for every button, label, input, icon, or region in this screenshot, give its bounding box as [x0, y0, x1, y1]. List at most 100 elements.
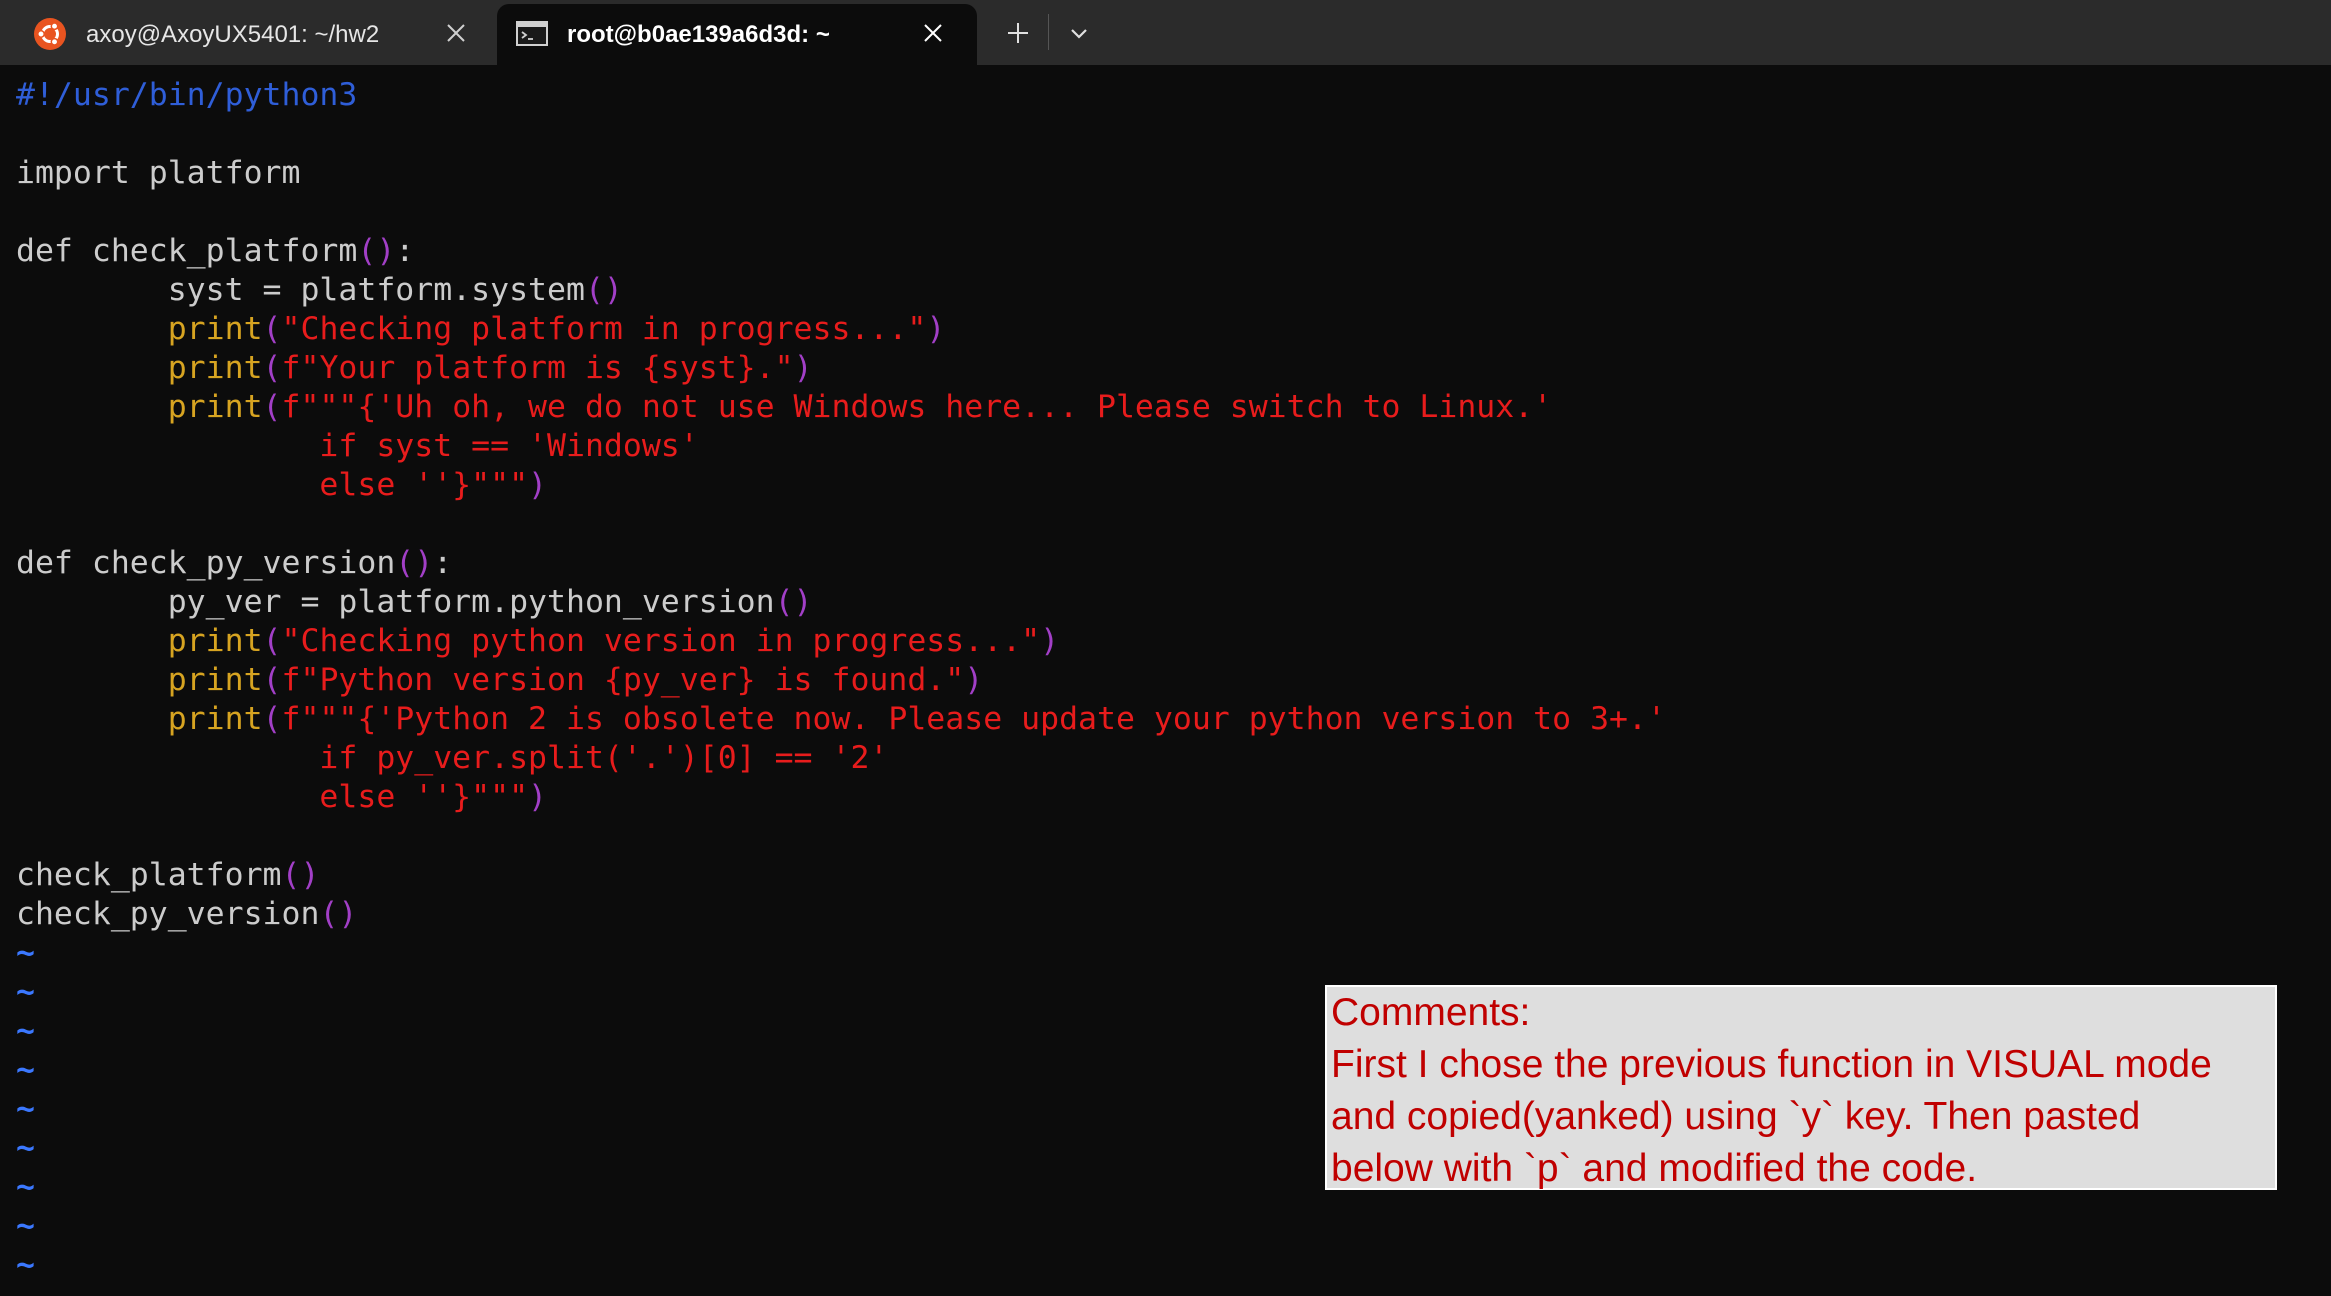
comment-line: and copied(yanked) using `y` key. Then p…: [1331, 1095, 2141, 1138]
code-token: else ''}""": [16, 467, 529, 503]
tab-title: root@b0ae139a6d3d: ~: [567, 21, 830, 48]
code-line: #!/usr/bin/python3: [16, 76, 1666, 115]
code-token: (): [584, 272, 623, 308]
code-token: (: [262, 662, 282, 698]
tab-ubuntu-shell[interactable]: axoy@AxoyUX5401: ~/hw2: [0, 0, 490, 65]
code-token: syst = platform.system: [16, 272, 585, 308]
comment-line: below with `p` and modified the code.: [1331, 1147, 1978, 1190]
code-line: def check_py_version():: [16, 544, 1666, 583]
code-line: py_ver = platform.python_version(): [16, 583, 1666, 622]
tabbar-divider: [1048, 14, 1049, 50]
code-token: ): [528, 467, 548, 503]
code-token: ~: [16, 935, 35, 971]
code-token: ): [964, 662, 984, 698]
code-token: :: [433, 545, 453, 581]
comment-line: First I chose the previous function in V…: [1331, 1043, 2212, 1086]
code-token: (: [262, 701, 282, 737]
code-token: ~: [16, 1013, 35, 1049]
code-line: else ''}"""): [16, 778, 1666, 817]
empty-buffer-line: ~: [16, 1207, 1666, 1246]
code-token: if syst == 'Windows': [16, 428, 699, 464]
code-token: (: [262, 623, 282, 659]
code-line: print(f"Your platform is {syst}."): [16, 349, 1666, 388]
close-icon[interactable]: [921, 21, 945, 45]
code-line: def check_platform():: [16, 232, 1666, 271]
code-token: f"""{'Python 2 is obsolete now. Please u…: [281, 701, 1666, 737]
code-token: ): [793, 350, 813, 386]
code-token: check_platform: [16, 857, 282, 893]
code-line: check_platform(): [16, 856, 1666, 895]
comment-annotation: Comments: First I chose the previous func…: [1325, 985, 2277, 1190]
chevron-down-icon[interactable]: [1064, 18, 1094, 48]
code-token: def check_platform: [16, 233, 358, 269]
code-line: if syst == 'Windows': [16, 427, 1666, 466]
code-token: print: [167, 389, 263, 425]
code-token: f"Python version {py_ver} is found.": [281, 662, 965, 698]
code-token: (: [262, 389, 282, 425]
code-line: print("Checking platform in progress..."…: [16, 310, 1666, 349]
code-token: ): [926, 311, 946, 347]
code-token: (: [262, 311, 282, 347]
code-token: (): [319, 896, 358, 932]
code-token: (): [395, 545, 434, 581]
code-token: ~: [16, 1091, 35, 1127]
empty-buffer-line: ~: [16, 934, 1666, 973]
code-token: ~: [16, 1169, 35, 1205]
code-token: (): [357, 233, 396, 269]
terminal-icon: [516, 21, 548, 46]
code-line: print(f"""{'Python 2 is obsolete now. Pl…: [16, 700, 1666, 739]
code-token: (): [774, 584, 813, 620]
code-line: check_py_version(): [16, 895, 1666, 934]
code-line: if py_ver.split('.')[0] == '2': [16, 739, 1666, 778]
plus-icon[interactable]: [1003, 18, 1033, 48]
code-line: print("Checking python version in progre…: [16, 622, 1666, 661]
code-token: ~: [16, 1130, 35, 1166]
code-token: ~: [16, 974, 35, 1010]
code-token: ): [528, 779, 548, 815]
code-token: f"Your platform is {syst}.": [281, 350, 794, 386]
code-line: print(f"""{'Uh oh, we do not use Windows…: [16, 388, 1666, 427]
code-token: print: [167, 662, 263, 698]
tab-title: axoy@AxoyUX5401: ~/hw2: [86, 21, 380, 48]
code-token: :: [395, 233, 415, 269]
code-line: else ''}"""): [16, 466, 1666, 505]
tab-root-shell[interactable]: root@b0ae139a6d3d: ~: [497, 4, 977, 65]
comment-heading: Comments:: [1331, 991, 1531, 1034]
code-line: print(f"Python version {py_ver} is found…: [16, 661, 1666, 700]
code-token: ~: [16, 1052, 35, 1088]
code-token: py_ver = platform.python_version: [16, 584, 775, 620]
empty-buffer-line: ~: [16, 1246, 1666, 1285]
code-token: import platform: [16, 155, 301, 191]
code-token: print: [167, 623, 263, 659]
code-token: "Checking python version in progress...": [281, 623, 1041, 659]
code-token: ~: [16, 1208, 35, 1244]
code-line: import platform: [16, 154, 1666, 193]
code-token: if py_ver.split('.')[0] == '2': [16, 740, 889, 776]
close-icon[interactable]: [444, 21, 468, 45]
code-token: ): [1040, 623, 1060, 659]
code-token: check_py_version: [16, 896, 320, 932]
code-token: "Checking platform in progress...": [281, 311, 927, 347]
code-token: print: [167, 350, 263, 386]
ubuntu-icon: [34, 18, 66, 50]
code-token: ~: [16, 1247, 35, 1283]
code-token: f"""{'Uh oh, we do not use Windows here.…: [281, 389, 1553, 425]
code-token: def check_py_version: [16, 545, 396, 581]
code-token: (: [262, 350, 282, 386]
tab-bar: axoy@AxoyUX5401: ~/hw2 root@b0ae139a6d3d…: [0, 0, 2331, 65]
code-token: print: [167, 311, 263, 347]
code-line: syst = platform.system(): [16, 271, 1666, 310]
code-token: else ''}""": [16, 779, 529, 815]
code-token: print: [167, 701, 263, 737]
code-token: #!/usr/bin/python3: [16, 77, 358, 113]
